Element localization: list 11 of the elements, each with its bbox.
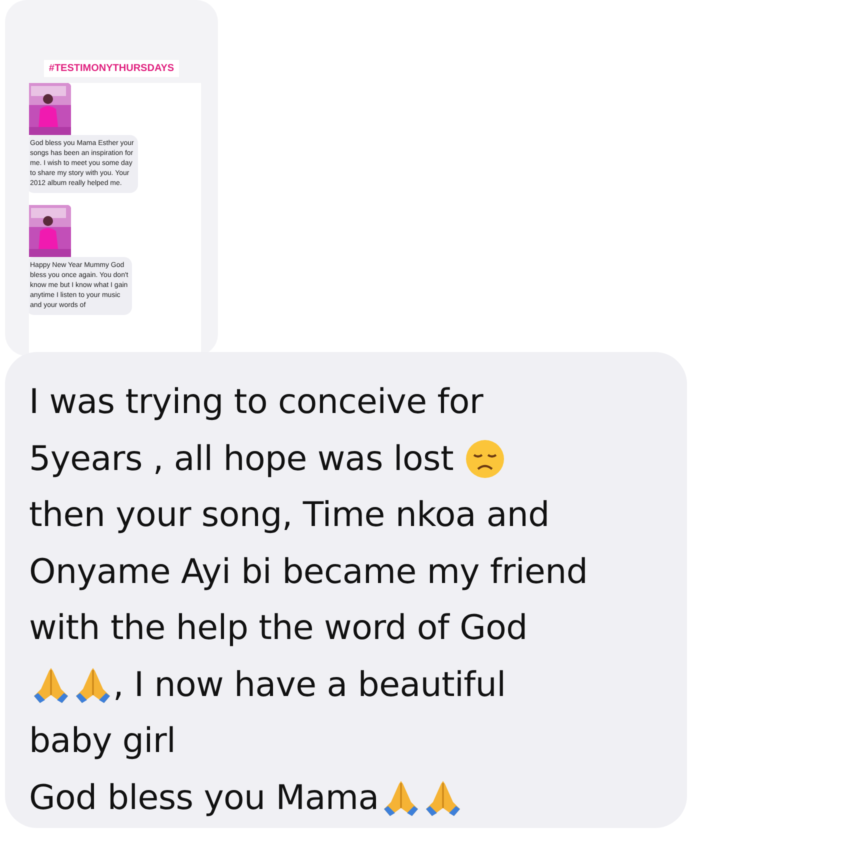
message-text: then your song, Time nkoa and xyxy=(29,495,550,536)
hashtag-label: #TESTIMONYTHURSDAYS xyxy=(44,60,180,77)
sad-face-icon xyxy=(465,438,506,479)
message-text: baby girl xyxy=(29,721,176,762)
message-text: I was trying to conceive for xyxy=(29,382,484,422)
message-text: , I now have a beautiful xyxy=(113,664,506,705)
message-text: 5years , all hope was lost xyxy=(29,438,454,479)
message-text: God bless you Mama xyxy=(29,778,379,818)
message-text: Onyame Ayi bi became my friend xyxy=(29,552,588,592)
shared-story-card[interactable] xyxy=(5,0,218,356)
message-text: with the help the word of God xyxy=(29,608,528,648)
